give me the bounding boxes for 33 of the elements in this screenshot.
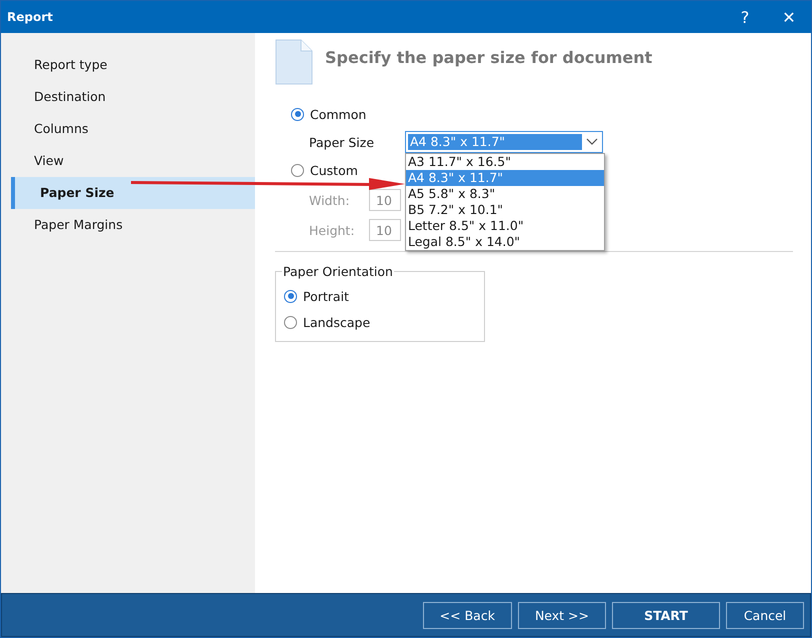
radio-button[interactable]	[284, 316, 297, 328]
dropdown-option[interactable]: A5 5.8" x 8.3"	[406, 186, 604, 202]
dropdown-option[interactable]: Legal 8.5" x 14.0"	[406, 234, 604, 250]
field-label: Height:	[308, 222, 356, 238]
close-button[interactable]: ✕	[767, 1, 811, 33]
radio-button[interactable]	[291, 164, 304, 176]
field-label: Width:	[308, 192, 351, 208]
dropdown-option[interactable]: B5 7.2" x 10.1"	[406, 202, 604, 218]
group-title: Paper Orientation	[282, 264, 394, 279]
radio-label[interactable]: Custom	[310, 162, 358, 178]
page-heading: Specify the paper size for document	[325, 48, 652, 66]
dialog-button[interactable]: START	[612, 602, 720, 628]
dialog-button[interactable]: Next >>	[518, 602, 606, 628]
radio-label[interactable]: Common	[310, 106, 366, 122]
radio-button[interactable]	[291, 108, 304, 120]
sidebar-item[interactable]: View	[1, 145, 255, 177]
field-label: Paper Size	[308, 134, 376, 150]
radio-label[interactable]: Landscape	[303, 314, 370, 330]
caret-icon	[586, 138, 598, 146]
radio-button[interactable]	[284, 290, 297, 302]
dialog-button[interactable]: Cancel	[726, 602, 804, 628]
sidebar-item[interactable]: Paper Margins	[1, 209, 255, 241]
sidebar-item[interactable]: Destination	[1, 81, 255, 113]
radio-label[interactable]: Portrait	[303, 288, 349, 304]
sidebar-item[interactable]: Columns	[1, 113, 255, 145]
sidebar-item[interactable]: Report type	[1, 49, 255, 81]
dropdown-option[interactable]: Letter 8.5" x 11.0"	[406, 218, 604, 234]
dialog-button[interactable]: << Back	[422, 602, 512, 628]
window-title: Report	[7, 10, 54, 24]
dropdown-option[interactable]: A3 11.7" x 16.5"	[406, 154, 604, 170]
sidebar-item[interactable]: Paper Size	[11, 177, 255, 209]
document-icon	[275, 39, 313, 85]
help-button[interactable]: ?	[723, 1, 767, 33]
